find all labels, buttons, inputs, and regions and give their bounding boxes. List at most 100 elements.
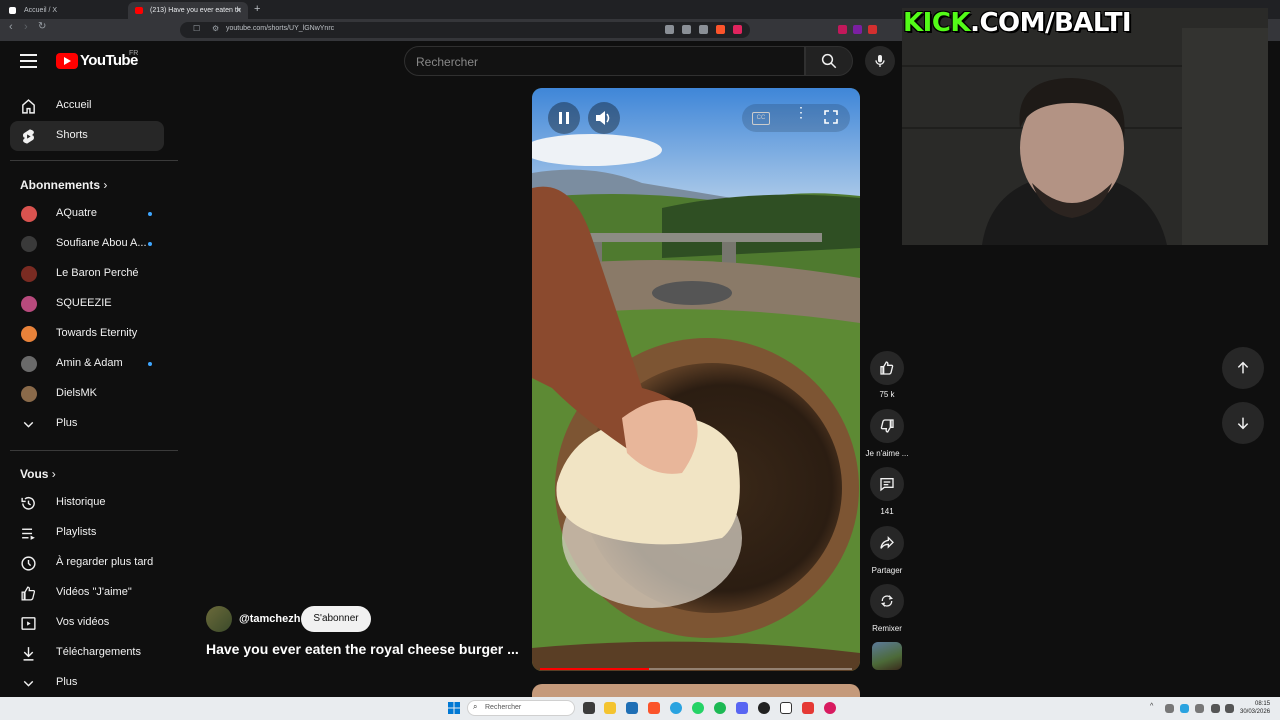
dislike-button[interactable] (870, 409, 904, 443)
cast-icon[interactable] (682, 25, 691, 34)
tray-icon[interactable] (1180, 704, 1189, 713)
sidebar-item-watch-later[interactable]: À regarder plus tard (10, 548, 164, 578)
your-videos-icon (21, 617, 36, 630)
sidebar-item-subscription[interactable]: AQuatre (10, 199, 164, 229)
watch-later-icon (21, 556, 36, 571)
brave-rewards-icon[interactable] (733, 25, 742, 34)
sidebar-item-label: Shorts (56, 129, 88, 141)
file-explorer-icon[interactable] (604, 702, 616, 714)
sidebar-item-subscription[interactable]: Amin & Adam (10, 349, 164, 379)
shorts-icon (22, 129, 35, 144)
tab-youtube[interactable]: (213) Have you ever eaten th ✕ (128, 2, 248, 19)
sidebar-item-more-subscriptions[interactable]: Plus (10, 409, 164, 439)
sound-thumbnail[interactable] (872, 642, 902, 670)
brave-shield-icon[interactable] (716, 25, 725, 34)
short-title[interactable]: Have you ever eaten the royal cheese bur… (206, 641, 522, 657)
remix-button[interactable] (870, 584, 904, 618)
share-button[interactable] (870, 526, 904, 560)
sidebar-item-history[interactable]: Historique (10, 488, 164, 518)
voice-search-button[interactable] (865, 46, 895, 76)
volume-icon (596, 111, 610, 125)
zoom-icon[interactable] (665, 25, 674, 34)
sidebar-item-subscription[interactable]: Towards Eternity (10, 319, 164, 349)
short-video-player[interactable]: CC ⋮ (532, 88, 860, 671)
video-frame (532, 88, 860, 671)
sidebar-item-subscription[interactable]: Soufiane Abou A... (10, 229, 164, 259)
close-tab-icon[interactable]: ✕ (235, 2, 242, 19)
previous-short-button[interactable] (1222, 347, 1264, 389)
avatar (21, 326, 37, 342)
app-icon[interactable] (802, 702, 814, 714)
wifi-icon[interactable] (1211, 704, 1220, 713)
back-icon[interactable]: ‹ (9, 21, 13, 33)
comments-button[interactable] (870, 467, 904, 501)
sidebar-item-downloads[interactable]: Téléchargements (10, 638, 164, 668)
reload-icon[interactable]: ↻ (38, 21, 46, 32)
avatar (21, 206, 37, 222)
sidebar-item-label: Towards Eternity (56, 327, 138, 339)
menu-icon[interactable] (20, 54, 37, 68)
app-icon[interactable] (824, 702, 836, 714)
sidebar-item-subscription[interactable]: SQUEEZIE (10, 289, 164, 319)
share-page-icon[interactable] (699, 25, 708, 34)
kick-url-text: .COM/BALTI (970, 8, 1132, 38)
sidebar-item-liked-videos[interactable]: Vidéos "J'aime" (10, 578, 164, 608)
site-info-icon[interactable]: ⚙ (212, 24, 219, 33)
more-options-icon[interactable]: ⋮ (794, 105, 808, 119)
clock-date: 30/03/2026 (1240, 709, 1271, 715)
you-heading[interactable]: Vous › (20, 467, 56, 481)
discord-icon[interactable] (736, 702, 748, 714)
tray-icon[interactable] (1195, 704, 1204, 713)
sidebar-item-label: DielsMK (56, 387, 97, 399)
spotify-icon[interactable] (714, 702, 726, 714)
youtube-logo-icon[interactable] (56, 53, 78, 69)
extension-icon[interactable] (853, 25, 862, 34)
forward-icon[interactable]: › (24, 21, 28, 33)
playlists-icon (22, 528, 35, 540)
telegram-icon[interactable] (670, 702, 682, 714)
url-text[interactable]: youtube.com/shorts/UY_lGNwYnrc (226, 25, 334, 32)
subscriptions-title: Abonnements (20, 178, 101, 192)
windows-start-icon[interactable] (448, 702, 460, 714)
next-short-button[interactable] (1222, 402, 1264, 444)
sidebar-item-shorts[interactable]: Shorts (10, 121, 164, 151)
sidebar-item-label: Amin & Adam (56, 357, 123, 369)
new-content-dot (148, 212, 152, 216)
history-icon (21, 496, 35, 510)
comment-icon (880, 478, 894, 492)
pause-button[interactable] (548, 102, 580, 134)
sidebar-item-more-you[interactable]: Plus (10, 668, 164, 698)
sidebar-item-label: Vidéos "J'aime" (56, 586, 132, 598)
volume-button[interactable] (588, 102, 620, 134)
obs-icon[interactable] (758, 702, 770, 714)
fullscreen-icon[interactable] (824, 110, 838, 124)
subscribe-button[interactable]: S'abonner (301, 606, 371, 632)
captions-icon[interactable]: CC (752, 112, 770, 125)
pause-icon (559, 112, 569, 124)
extension-icon[interactable] (868, 25, 877, 34)
extension-icon[interactable] (838, 25, 847, 34)
tray-chevron-icon[interactable]: ^ (1150, 703, 1153, 710)
channel-avatar[interactable] (206, 606, 232, 632)
channel-name[interactable]: @tamchezh (239, 613, 300, 625)
store-icon[interactable] (626, 702, 638, 714)
sidebar-item-subscription[interactable]: Le Baron Perché (10, 259, 164, 289)
sidebar-item-playlists[interactable]: Playlists (10, 518, 164, 548)
whatsapp-icon[interactable] (692, 702, 704, 714)
like-button[interactable] (870, 351, 904, 385)
sidebar-item-your-videos[interactable]: Vos vidéos (10, 608, 164, 638)
bookmark-icon[interactable]: ☐ (193, 24, 200, 33)
subscriptions-heading[interactable]: Abonnements › (20, 178, 107, 192)
task-view-icon[interactable] (583, 702, 595, 714)
volume-icon[interactable] (1225, 704, 1234, 713)
tray-icon[interactable] (1165, 704, 1174, 713)
system-clock[interactable]: 08:15 30/03/2026 (1240, 700, 1270, 716)
notion-icon[interactable] (780, 702, 792, 714)
new-tab-button[interactable]: + (254, 3, 260, 15)
avatar (21, 356, 37, 372)
tab-x[interactable]: Accueil / X (2, 2, 124, 19)
brave-icon[interactable] (648, 702, 660, 714)
search-button[interactable] (805, 46, 853, 76)
sidebar-item-home[interactable]: Accueil (10, 91, 164, 121)
sidebar-item-subscription[interactable]: DielsMK (10, 379, 164, 409)
